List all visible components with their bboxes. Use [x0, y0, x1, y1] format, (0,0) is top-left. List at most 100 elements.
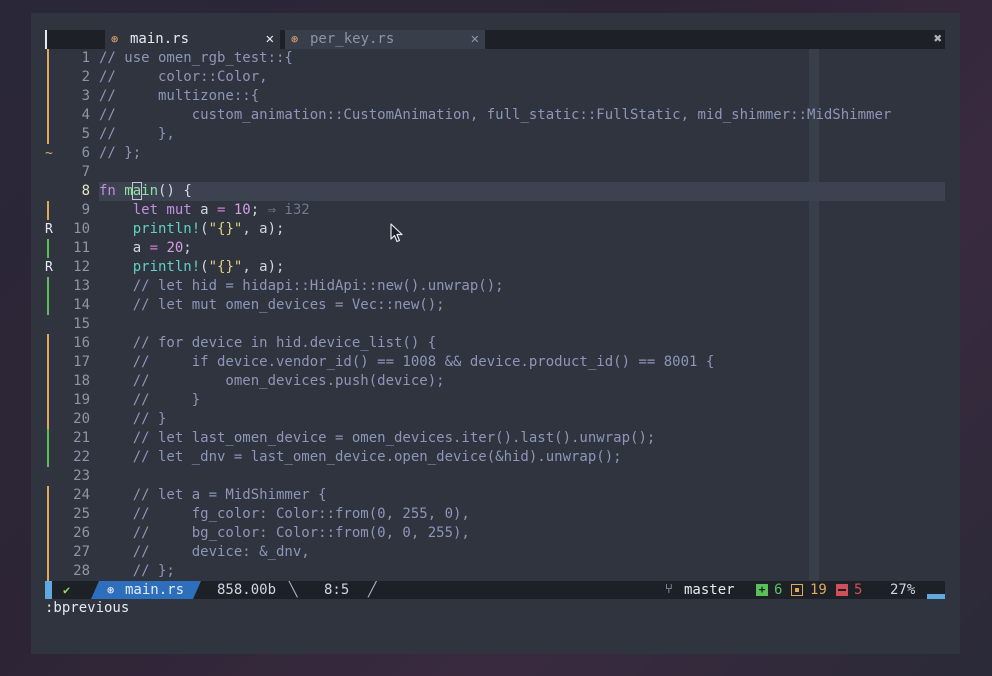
code-text[interactable]: [99, 315, 945, 334]
code-line[interactable]: 11 a = 20;: [45, 239, 945, 258]
tab-main-rs[interactable]: ⊛ main.rs ✕: [105, 30, 280, 49]
code-text[interactable]: // let a = MidShimmer {: [99, 486, 945, 505]
code-token: // };: [99, 563, 175, 579]
code-line[interactable]: 1 // use omen_rgb_test::{: [45, 49, 945, 68]
statusline-filename: main.rs: [125, 582, 185, 598]
code-token: // color::Color,: [99, 69, 268, 85]
code-text[interactable]: // multizone::{: [99, 87, 945, 106]
code-text[interactable]: // custom_animation::CustomAnimation, fu…: [99, 106, 945, 125]
code-line[interactable]: 15: [45, 315, 945, 334]
code-line[interactable]: 23: [45, 467, 945, 486]
git-modified-bar: [47, 106, 49, 125]
line-number: 13: [73, 278, 90, 294]
code-token: // for device in hid.device_list() {: [99, 335, 437, 351]
code-line[interactable]: 21 // let last_omen_device = omen_device…: [45, 429, 945, 448]
code-line[interactable]: 27 // device: &_dnv,: [45, 543, 945, 562]
statusline-separator: ╱: [368, 582, 377, 598]
code-text[interactable]: // device: &_dnv,: [99, 543, 945, 562]
code-text[interactable]: // },: [99, 125, 945, 144]
code-line[interactable]: 4 // custom_animation::CustomAnimation, f…: [45, 106, 945, 125]
code-line[interactable]: R 10 println!("{}", a);: [45, 220, 945, 239]
code-token: ;: [183, 240, 192, 256]
code-line[interactable]: 8 fn main() {: [45, 182, 945, 201]
code-line[interactable]: 24 // let a = MidShimmer {: [45, 486, 945, 505]
code-text[interactable]: // use omen_rgb_test::{: [99, 49, 945, 68]
close-all-icon[interactable]: ✖: [931, 30, 945, 49]
code-text[interactable]: // }: [99, 391, 945, 410]
code-line[interactable]: 9 let mut a = 10; ⇒ i32: [45, 201, 945, 220]
code-line[interactable]: 25 // fg_color: Color::from(0, 255, 0),: [45, 505, 945, 524]
code-editor[interactable]: 1 // use omen_rgb_test::{2 // color::Color…: [45, 49, 945, 581]
code-line[interactable]: 5 // },: [45, 125, 945, 144]
code-line[interactable]: 19 // }: [45, 391, 945, 410]
line-number: 21: [73, 430, 90, 446]
code-text[interactable]: [99, 467, 945, 486]
rust-file-icon: ⊛: [107, 583, 115, 597]
code-line[interactable]: 22 // let _dnv = last_omen_device.open_d…: [45, 448, 945, 467]
code-token: 20: [166, 240, 184, 256]
git-sign: [45, 486, 57, 505]
code-token: () {: [158, 183, 192, 199]
code-text[interactable]: let mut a = 10; ⇒ i32: [99, 201, 945, 220]
statusline: ✔ ⊛ main.rs 858.00b ╲ 8:5 ╱ ⑂ master + 6…: [45, 581, 945, 599]
code-token: =: [149, 240, 167, 256]
code-line[interactable]: 7: [45, 163, 945, 182]
code-text[interactable]: // bg_color: Color::from(0, 0, 255),: [99, 524, 945, 543]
code-text[interactable]: println!("{}", a);: [99, 258, 945, 277]
statusline-file-segment: ⊛ main.rs: [91, 581, 201, 599]
git-modified-bar: [47, 372, 49, 391]
code-line[interactable]: 16 // for device in hid.device_list() {: [45, 334, 945, 353]
git-sign: [45, 163, 57, 182]
code-text[interactable]: // };: [99, 562, 945, 581]
code-text[interactable]: // if device.vendor_id() == 1008 && devi…: [99, 353, 945, 372]
code-text[interactable]: // color::Color,: [99, 68, 945, 87]
code-text[interactable]: // let hid = hidapi::HidApi::new().unwra…: [99, 277, 945, 296]
close-icon[interactable]: ✕: [266, 30, 274, 49]
code-token: , a);: [242, 221, 285, 237]
code-text[interactable]: [99, 163, 945, 182]
line-number: 1: [81, 50, 90, 66]
code-line[interactable]: 18 // omen_devices.push(device);: [45, 372, 945, 391]
line-number: 18: [73, 373, 90, 389]
git-removed-count: 5: [854, 582, 863, 598]
code-text[interactable]: // fg_color: Color::from(0, 255, 0),: [99, 505, 945, 524]
code-line[interactable]: 3 // multizone::{: [45, 87, 945, 106]
line-number: 8: [81, 183, 90, 199]
code-text[interactable]: // let _dnv = last_omen_device.open_devi…: [99, 448, 945, 467]
line-number: 2: [81, 69, 90, 85]
line-number: 23: [73, 468, 90, 484]
code-text[interactable]: // };: [99, 144, 945, 163]
code-line[interactable]: 13 // let hid = hidapi::HidApi::new().un…: [45, 277, 945, 296]
code-text[interactable]: // for device in hid.device_list() {: [99, 334, 945, 353]
line-number: 17: [73, 354, 90, 370]
code-text[interactable]: // }: [99, 410, 945, 429]
code-line[interactable]: 26 // bg_color: Color::from(0, 0, 255),: [45, 524, 945, 543]
code-token: // let mut omen_devices = Vec::new();: [99, 297, 445, 313]
code-token: a: [200, 202, 218, 218]
close-icon[interactable]: ✕: [471, 30, 479, 49]
line-number: 20: [73, 411, 90, 427]
code-token: // bg_color: Color::from(0, 0, 255),: [99, 525, 470, 541]
code-line[interactable]: 28 // };: [45, 562, 945, 581]
code-line[interactable]: 17 // if device.vendor_id() == 1008 && d…: [45, 353, 945, 372]
code-line[interactable]: 2 // color::Color,: [45, 68, 945, 87]
code-line[interactable]: ~6 // };: [45, 144, 945, 163]
command-line[interactable]: :bprevious: [45, 599, 945, 618]
code-text[interactable]: // omen_devices.push(device);: [99, 372, 945, 391]
code-text[interactable]: // let mut omen_devices = Vec::new();: [99, 296, 945, 315]
tab-per-key-rs[interactable]: ⊛ per_key.rs ✕: [285, 30, 485, 49]
line-number: 22: [73, 449, 90, 465]
git-added-bar: [47, 448, 49, 467]
code-text[interactable]: a = 20;: [99, 239, 945, 258]
code-text[interactable]: fn main() {: [99, 182, 945, 201]
git-sign: [45, 562, 57, 581]
code-line[interactable]: R 12 println!("{}", a);: [45, 258, 945, 277]
line-number: 11: [73, 240, 90, 256]
code-line[interactable]: 20 // }: [45, 410, 945, 429]
code-text[interactable]: println!("{}", a);: [99, 220, 945, 239]
code-text[interactable]: // let last_omen_device = omen_devices.i…: [99, 429, 945, 448]
code-line[interactable]: 14 // let mut omen_devices = Vec::new();: [45, 296, 945, 315]
code-token: // }: [99, 392, 201, 408]
statusline-separator: ╲: [289, 582, 298, 598]
